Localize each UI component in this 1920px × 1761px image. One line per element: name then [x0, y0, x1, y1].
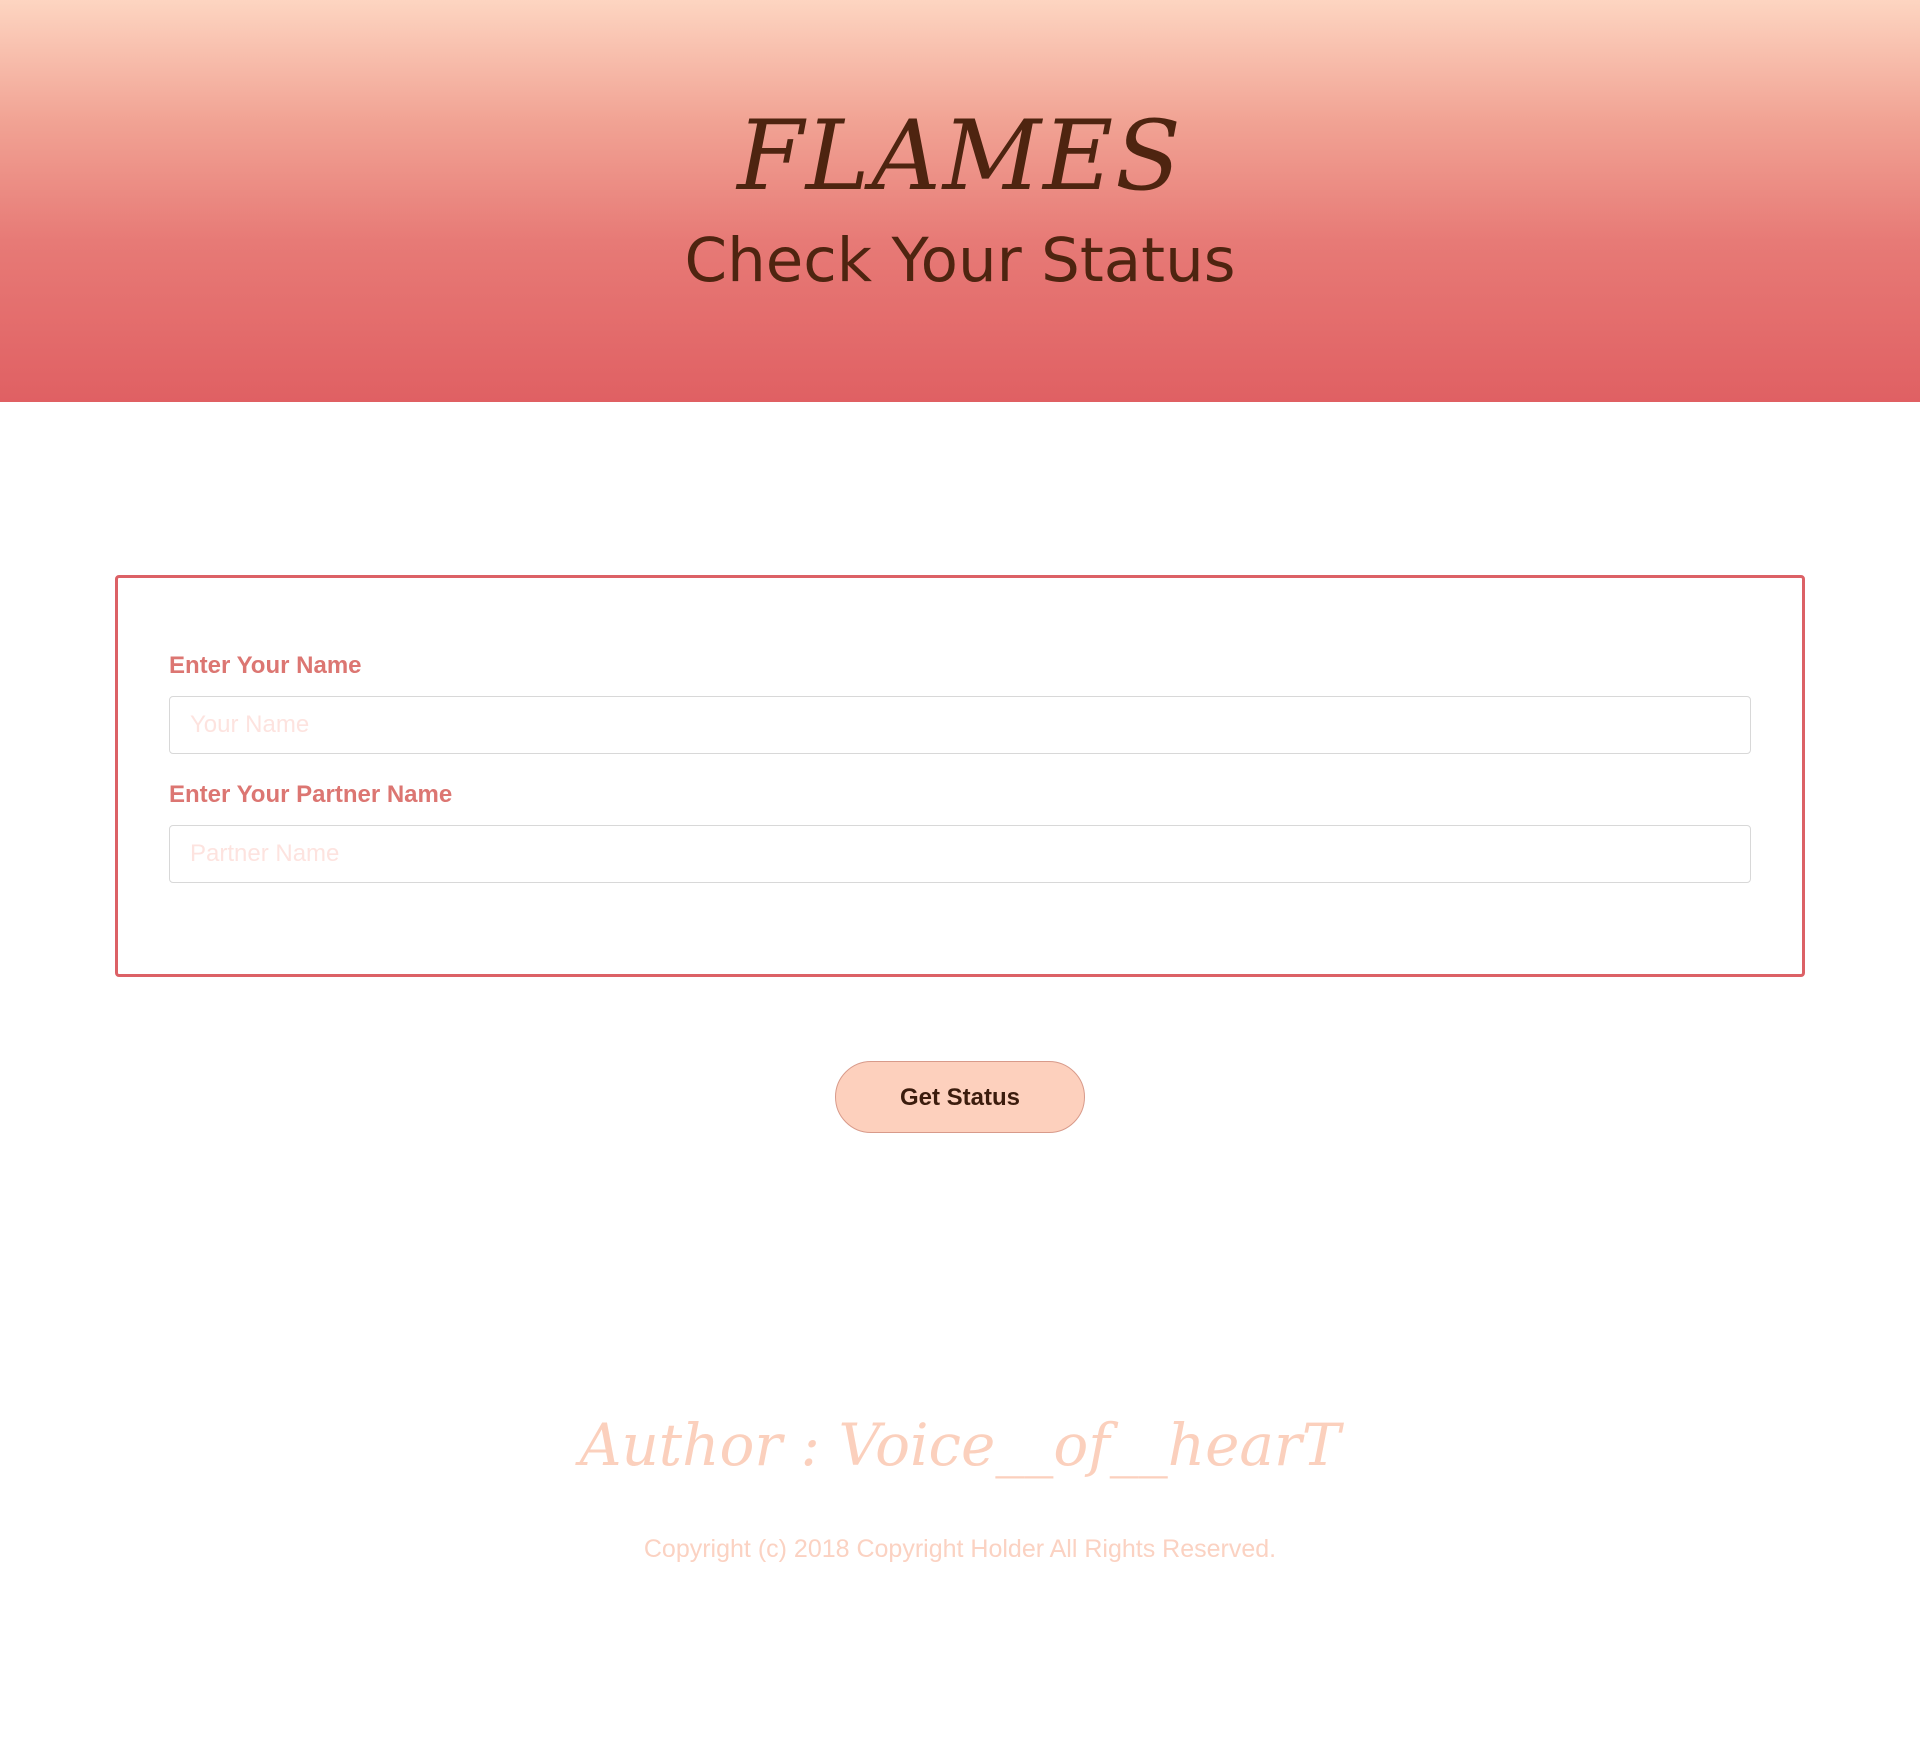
- page-subtitle: Check Your Status: [684, 225, 1236, 296]
- your-name-label: Enter Your Name: [169, 652, 362, 679]
- get-status-button[interactable]: Get Status: [835, 1061, 1085, 1133]
- partner-name-input[interactable]: [169, 825, 1751, 883]
- your-name-input[interactable]: [169, 696, 1751, 754]
- app-title: FLAMES: [737, 100, 1183, 212]
- partner-name-label: Enter Your Partner Name: [169, 781, 453, 808]
- name-form-card: [115, 575, 1805, 977]
- copyright-text: Copyright (c) 2018 Copyright Holder All …: [643, 1535, 1277, 1563]
- page-header: FLAMES Check Your Status: [0, 0, 1920, 402]
- author-signature: Author : Voice__of__hearT: [579, 1411, 1341, 1479]
